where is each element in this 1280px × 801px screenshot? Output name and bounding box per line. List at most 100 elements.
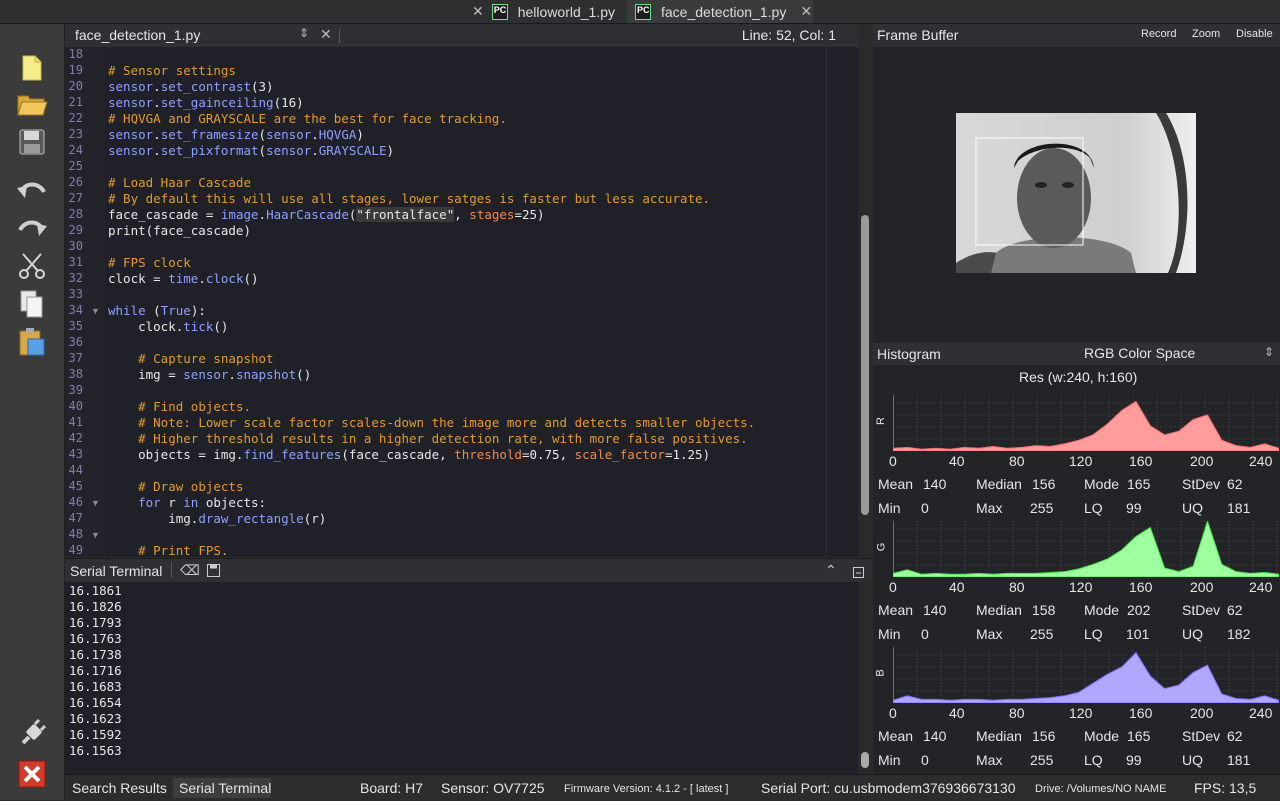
connect-icon[interactable] [16,718,48,750]
save-icon[interactable] [16,126,48,158]
code-editor[interactable]: 18 19 20 21 22 23 24 25 26 27 28 29 30 31 32 33 34 ▼ 35 36 3… [65,47,858,557]
divider [171,562,172,578]
code-line: print(face_cascade) [108,223,251,238]
terminal-line: 16.1654 [69,695,122,710]
stat-value-max: 255 [1030,500,1054,516]
serial-terminal-output[interactable]: 16.1861 16.1826 16.1793 16.1763 16.1738 16.17… [65,582,858,774]
fold-arrow-icon[interactable]: ▼ [91,530,100,540]
stat-label-max: Max [976,626,1003,642]
chevron-updown-icon[interactable]: ⇕ [1264,345,1274,359]
line-number: 44 [68,463,83,477]
stat-value-lq: 101 [1126,626,1150,642]
tab-helloworld[interactable]: ✕ PC helloworld_1.py [472,0,622,23]
serial-port-label: Serial Port: cu.usbmodem376936673130 [761,780,1016,796]
x-tick-label: 200 [1190,705,1214,721]
fold-arrow-icon[interactable]: ▼ [91,306,100,316]
stat-value-uq: 181 [1227,500,1251,516]
x-tick-label: 40 [949,705,965,721]
stat-label-uq: UQ [1182,500,1203,516]
line-number: 31 [68,255,83,269]
code-line: clock = time.clock() [108,271,259,286]
stat-value-median: 158 [1032,602,1056,618]
code-line: # Sensor settings [108,63,236,78]
terminal-scrollbar[interactable] [858,582,872,774]
line-number: 29 [68,223,83,237]
search-results-tab[interactable]: Search Results [72,780,167,796]
x-tick-label: 0 [889,579,897,595]
stat-label-mean: Mean [878,728,914,744]
x-tick-label: 240 [1249,705,1273,721]
framebuffer-title: Frame Buffer [877,27,959,43]
file-selector[interactable]: face_detection_1.py [75,27,200,43]
x-tick-label: 80 [1009,705,1025,721]
histogram-header: Histogram RGB Color Space ⇕ [873,341,1280,366]
stat-label-mode: Mode [1084,728,1120,744]
cut-icon[interactable] [16,250,48,282]
terminal-line: 16.1623 [69,711,122,726]
stat-value-max: 255 [1030,752,1054,768]
chevron-updown-icon[interactable]: ⇕ [299,26,309,40]
minimize-icon[interactable] [853,565,864,581]
code-line: sensor.set_gainceiling(16) [108,95,304,110]
tab-label: helloworld_1.py [517,3,616,20]
line-number: 46 [68,495,83,509]
line-number: 28 [68,207,83,221]
resolution-label: Res (w:240, h:160) [1019,369,1138,385]
line-number: 34 [68,303,83,317]
histogram-plot [893,521,1279,577]
editor-margin-line [826,47,827,557]
clear-icon[interactable]: ⌫ [180,562,200,579]
paste-icon[interactable] [16,326,48,358]
drive-label: Drive: /Volumes/NO NAME [1035,783,1167,795]
stat-label-mode: Mode [1084,602,1120,618]
copy-icon[interactable] [16,288,48,320]
stat-label-lq: LQ [1084,500,1103,516]
new-file-icon[interactable] [16,52,48,84]
line-number-gutter: 18 19 20 21 22 23 24 25 26 27 28 29 30 31 32 33 34 ▼ 35 36 3… [65,47,105,557]
close-icon[interactable]: ✕ [800,3,812,20]
tab-face-detection[interactable]: PC face_detection_1.py ✕ [627,0,813,23]
stat-label-mode: Mode [1084,476,1120,492]
x-tick-label: 80 [1009,579,1025,595]
stat-value-stdev: 62 [1227,602,1243,618]
line-number: 37 [68,351,83,365]
redo-icon[interactable] [16,212,48,244]
close-icon[interactable]: ✕ [320,26,332,43]
terminal-line: 16.1592 [69,727,122,742]
stat-label-stdev: StDev [1182,728,1221,744]
stat-label-min: Min [878,626,901,642]
tab-label: face_detection_1.py [661,3,787,20]
undo-icon[interactable] [16,174,48,206]
code-line: # Capture snapshot [138,351,274,366]
left-toolbar [0,24,65,800]
colorspace-select[interactable]: RGB Color Space [1084,345,1195,361]
terminal-line: 16.1683 [69,679,122,694]
code-line: # Higher threshold results in a higher d… [138,431,748,446]
tab-bar: ✕ PC helloworld_1.py PC face_detection_1… [0,0,1280,24]
stat-value-min: 0 [921,752,929,768]
disconnect-icon[interactable] [16,758,48,790]
record-button[interactable]: Record [1141,28,1176,40]
editor-scroll-thumb[interactable] [861,215,869,515]
x-tick-label: 40 [949,453,965,469]
fold-arrow-icon[interactable]: ▼ [91,498,100,508]
line-number: 20 [68,79,83,93]
histogram-title: Histogram [877,346,941,362]
stat-value-uq: 182 [1227,626,1251,642]
zoom-button[interactable]: Zoom [1192,28,1220,40]
terminal-scroll-thumb[interactable] [861,752,869,768]
serial-terminal-tab[interactable]: Serial Terminal [179,780,271,796]
terminal-header: Serial Terminal ⌫ ⌃ [65,558,872,583]
firmware-label[interactable]: Firmware Version: 4.1.2 - [ latest ] [564,783,728,795]
framebuffer-header: Frame Buffer Record Zoom Disable [873,24,1280,47]
disable-button[interactable]: Disable [1236,28,1273,40]
stat-label-lq: LQ [1084,626,1103,642]
stat-value-mode: 165 [1127,728,1151,744]
save-icon[interactable] [207,564,220,580]
line-number: 23 [68,127,83,141]
close-icon[interactable]: ✕ [472,3,484,20]
chevron-up-icon[interactable]: ⌃ [825,562,837,579]
x-tick-label: 120 [1069,579,1093,595]
open-folder-icon[interactable] [16,88,48,120]
code-line: # Note: Lower scale factor scales-down t… [138,415,756,430]
